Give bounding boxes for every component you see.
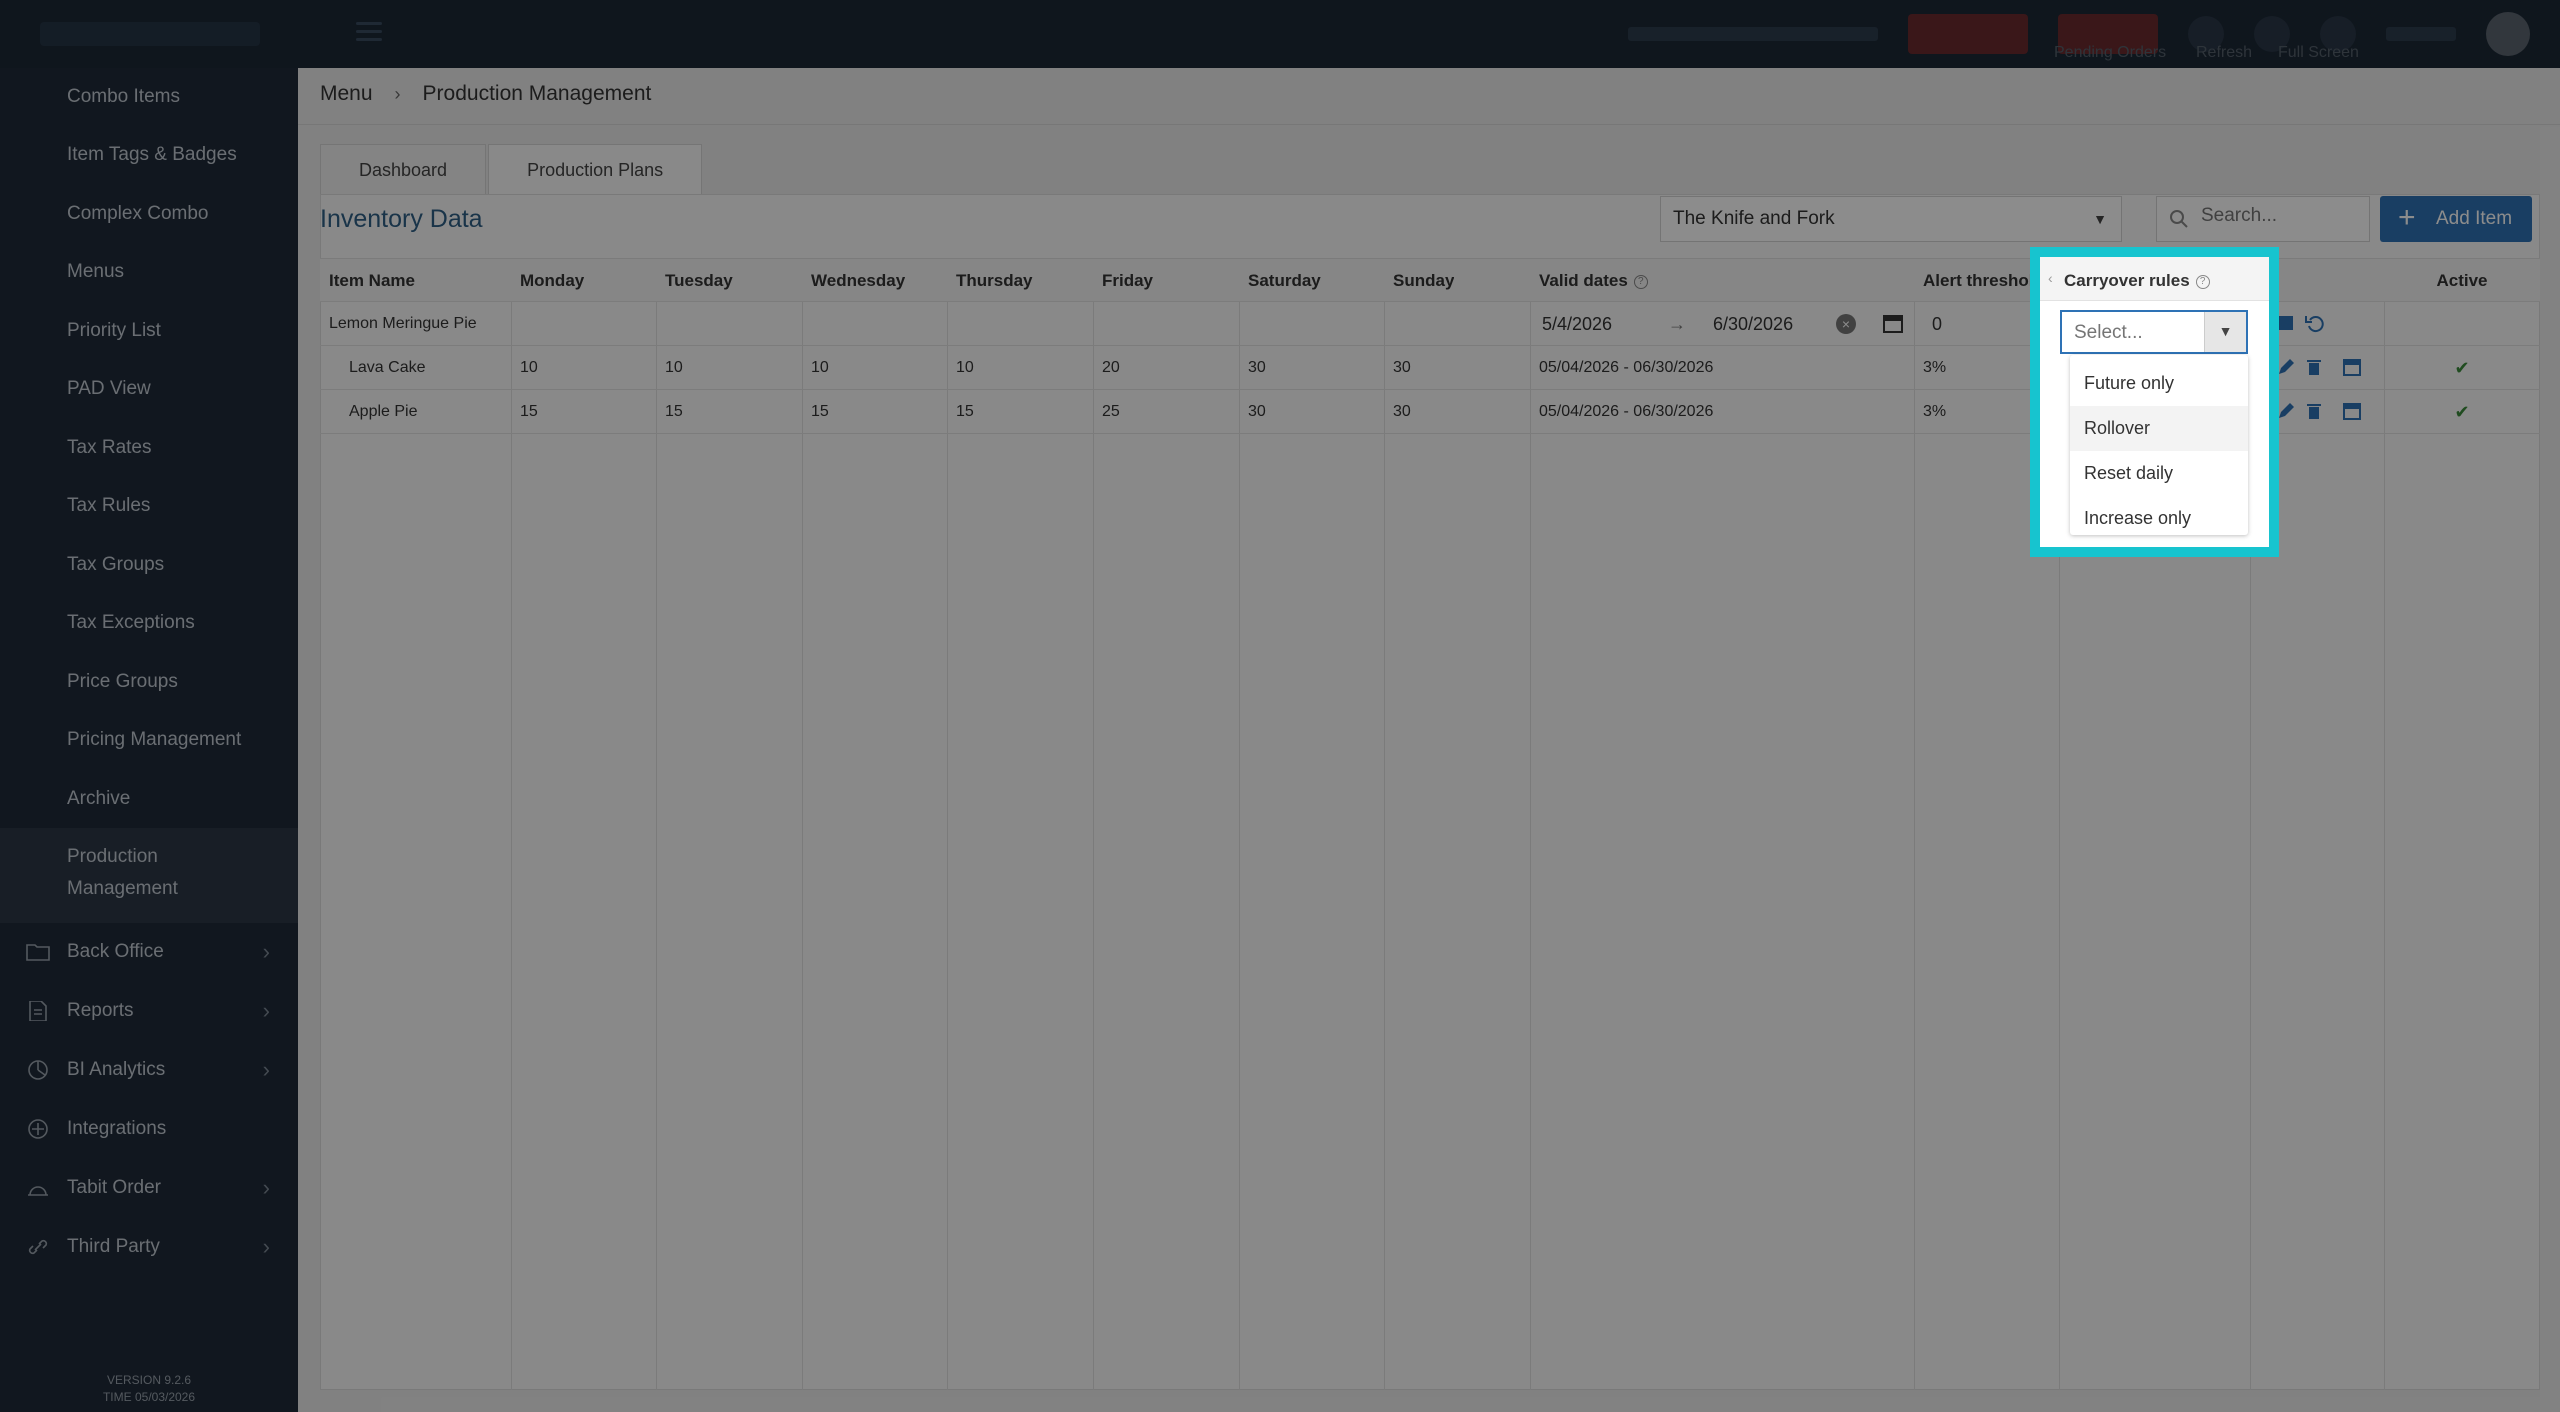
option-increase-only[interactable]: Increase only (2070, 496, 2248, 541)
carryover-highlight: ‹ Carryover rules? ▼ Future only Rollove… (2030, 247, 2279, 557)
carryover-options-menu: Future only Rollover Reset daily Increas… (2070, 355, 2248, 535)
option-reset-daily[interactable]: Reset daily (2070, 451, 2248, 496)
carryover-header: ‹ Carryover rules? (2040, 257, 2269, 301)
modal-overlay (0, 0, 2560, 1412)
chevron-down-icon[interactable]: ▼ (2204, 312, 2246, 352)
option-future-only[interactable]: Future only (2070, 361, 2248, 406)
scroll-left-icon[interactable]: ‹ (2048, 270, 2053, 286)
carryover-select-input[interactable] (2074, 322, 2194, 344)
carryover-select[interactable]: ▼ (2060, 310, 2248, 354)
option-rollover[interactable]: Rollover (2070, 406, 2248, 451)
carryover-cell: ‹ Carryover rules? ▼ Future only Rollove… (2040, 257, 2269, 547)
carryover-header-text: Carryover rules (2064, 271, 2190, 290)
info-icon[interactable]: ? (2195, 274, 2210, 289)
carryover-header-label: Carryover rules? (2064, 271, 2210, 291)
